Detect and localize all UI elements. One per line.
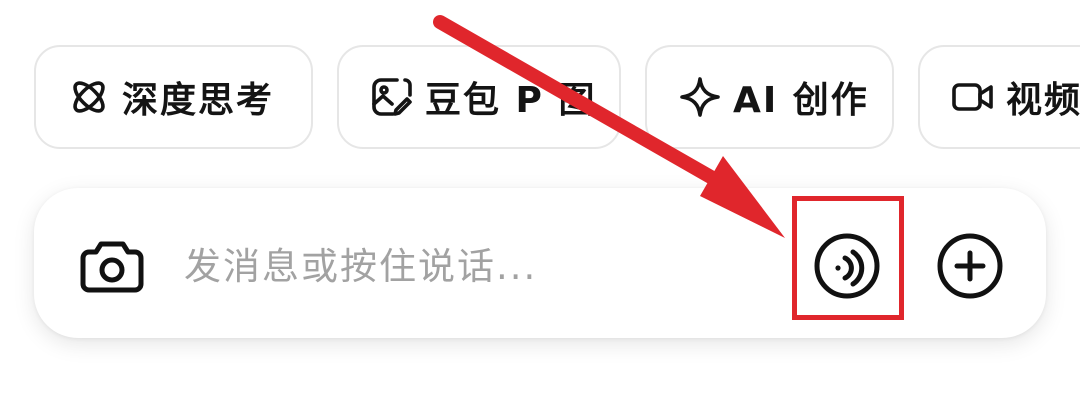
voice-call-icon [813, 232, 881, 304]
image-edit-chip[interactable]: 豆包 P 图 [337, 45, 621, 149]
deep-think-chip[interactable]: 深度思考 [34, 45, 313, 149]
message-input[interactable] [184, 230, 744, 302]
plus-button[interactable] [934, 232, 1006, 304]
video-camera-icon [950, 74, 996, 120]
quick-action-chips: 深度思考 豆包 P 图 AI 创作 视频 [0, 0, 1080, 160]
sparkle-icon [677, 74, 723, 120]
deep-think-label: 深度思考 [122, 80, 275, 121]
ai-create-label: AI 创作 [733, 80, 869, 121]
camera-icon [79, 236, 145, 300]
atom-icon [66, 74, 112, 120]
image-edit-icon [369, 74, 415, 120]
plus-circle-icon [936, 232, 1004, 304]
message-input-bar [34, 188, 1046, 338]
voice-call-button[interactable] [811, 232, 883, 304]
video-label: 视频 [1006, 80, 1080, 121]
camera-button[interactable] [76, 232, 148, 304]
image-edit-label: 豆包 P 图 [425, 80, 597, 121]
ai-create-chip[interactable]: AI 创作 [645, 45, 894, 149]
video-chip[interactable]: 视频 [918, 45, 1080, 149]
